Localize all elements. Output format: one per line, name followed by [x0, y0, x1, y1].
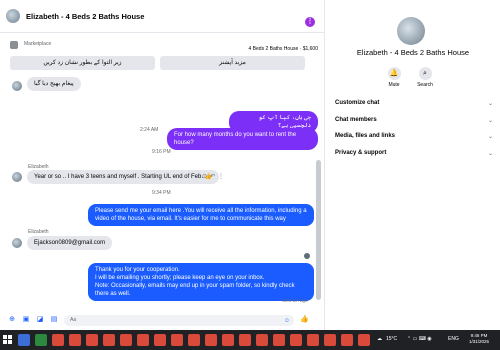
- tray-icons[interactable]: ⌃ ▭ ⌨ ◉: [407, 336, 432, 342]
- emoji-icon[interactable]: ☺: [284, 316, 290, 327]
- message-outgoing[interactable]: For how many months do you want to rent …: [167, 128, 318, 150]
- message-outgoing[interactable]: Please send me your email here .You will…: [88, 204, 314, 226]
- clock-date: 1/31/2025: [469, 339, 490, 344]
- chrome-icon[interactable]: [324, 334, 336, 346]
- row-label: Customize chat: [335, 100, 380, 106]
- marketplace-banner: Marketplace 4 Beds 2 Baths House · $1,60…: [10, 39, 320, 70]
- marketplace-label: Marketplace: [24, 41, 52, 47]
- chrome-icon[interactable]: [222, 334, 234, 346]
- chevron-down-icon: ⌄: [487, 118, 493, 124]
- chrome-icon[interactable]: [273, 334, 285, 346]
- mark-pending-button[interactable]: زیر التوا کے بطور نشان زد کریں: [10, 56, 155, 70]
- scrollbar[interactable]: [316, 160, 321, 300]
- listing-thumbnail[interactable]: [10, 41, 18, 49]
- image-icon[interactable]: ▣: [22, 316, 30, 324]
- row-label: Chat members: [335, 117, 377, 123]
- privacy-support-row[interactable]: Privacy & support ⌄: [335, 150, 493, 157]
- weather-temp[interactable]: 15°C: [386, 336, 397, 342]
- weather-icon[interactable]: ☁: [377, 336, 382, 342]
- message-outgoing[interactable]: Thank you for your cooperation. I will b…: [88, 263, 314, 301]
- chrome-icon[interactable]: [86, 334, 98, 346]
- avatar: [12, 81, 22, 91]
- row-label: Privacy & support: [335, 150, 387, 156]
- avatar: [12, 238, 22, 248]
- message-line: I will be emailing you shortly; please k…: [95, 275, 265, 281]
- plus-icon[interactable]: ⊕: [8, 316, 16, 324]
- like-icon[interactable]: 👍: [300, 316, 309, 324]
- more-icon[interactable]: ⋮: [305, 17, 315, 27]
- message-actions[interactable]: ⊙↶⋮: [202, 173, 227, 180]
- media-files-row[interactable]: Media, files and links ⌄: [335, 133, 493, 140]
- input-placeholder: Aa: [70, 316, 77, 323]
- message-input[interactable]: Aa ☺: [64, 314, 294, 327]
- chrome-icon[interactable]: [154, 334, 166, 346]
- chrome-icon[interactable]: [256, 334, 268, 346]
- mute-label: Mute: [388, 82, 400, 88]
- composer: ⊕ ▣ ◪ ▤ Aa ☺ 👍: [0, 311, 325, 329]
- windows-start-icon[interactable]: [3, 335, 12, 344]
- message-incoming[interactable]: Ejackson0809@gmail.com: [27, 236, 113, 250]
- chrome-icon[interactable]: [239, 334, 251, 346]
- chrome-icon[interactable]: [341, 334, 353, 346]
- timestamp: 9:34 PM: [152, 190, 171, 196]
- chrome-icon[interactable]: [307, 334, 319, 346]
- bell-icon: 🔔: [387, 67, 401, 80]
- more-options-button[interactable]: مزید آپشنز: [160, 56, 305, 70]
- app-icon[interactable]: [35, 334, 47, 346]
- search-button[interactable]: ⌕ Search: [410, 67, 440, 88]
- chrome-icon[interactable]: [358, 334, 370, 346]
- sticker-icon[interactable]: ◪: [36, 316, 44, 324]
- chrome-icon[interactable]: [171, 334, 183, 346]
- chat-members-row[interactable]: Chat members ⌄: [335, 117, 493, 124]
- mute-button[interactable]: 🔔 Mute: [379, 67, 409, 88]
- message-line: Note: Occasionally, emails may end up in…: [95, 283, 295, 297]
- message-list: پیغام بھیج دیا گیا 2:24 AM جی ہاں، کیا آ…: [0, 70, 318, 312]
- message-incoming[interactable]: Year or so .. I have 3 teens and myself …: [27, 170, 220, 184]
- message-line: Thank you for your cooperation.: [95, 267, 180, 273]
- chevron-down-icon: ⌄: [487, 101, 493, 107]
- gif-icon[interactable]: ▤: [50, 316, 58, 324]
- seen-indicator: [304, 253, 310, 259]
- search-label: Search: [417, 82, 433, 88]
- taskbar: ☁ 15°C ⌃ ▭ ⌨ ◉ ENG 9:46 PM 1/31/2025: [0, 330, 500, 350]
- chat-header: Elizabeth - 4 Beds 2 Baths House ⋮: [0, 0, 325, 33]
- messenger-window: Elizabeth - 4 Beds 2 Baths House ⋮ Marke…: [0, 0, 500, 330]
- chrome-icon[interactable]: [103, 334, 115, 346]
- avatar[interactable]: [6, 9, 20, 23]
- chrome-icon[interactable]: [69, 334, 81, 346]
- avatar: [12, 172, 22, 182]
- sent-status: Sent 1m ago: [282, 298, 308, 303]
- sender-name: Elizabeth: [28, 229, 49, 235]
- chrome-icon[interactable]: [290, 334, 302, 346]
- chrome-icon[interactable]: [52, 334, 64, 346]
- app-icon[interactable]: [18, 334, 30, 346]
- row-label: Media, files and links: [335, 133, 396, 139]
- chrome-icon[interactable]: [137, 334, 149, 346]
- conversation-info-panel: Elizabeth - 4 Beds 2 Baths House 🔔 Mute …: [326, 0, 500, 330]
- language-indicator[interactable]: ENG: [448, 336, 459, 342]
- chat-panel: Elizabeth - 4 Beds 2 Baths House ⋮ Marke…: [0, 0, 325, 330]
- chrome-icon[interactable]: [120, 334, 132, 346]
- avatar[interactable]: [397, 17, 425, 45]
- customize-chat-row[interactable]: Customize chat ⌄: [335, 100, 493, 107]
- timestamp: 9:16 PM: [152, 149, 171, 155]
- search-icon: ⌕: [418, 67, 432, 80]
- contact-name: Elizabeth - 4 Beds 2 Baths House: [356, 48, 470, 57]
- chevron-down-icon: ⌄: [487, 134, 493, 140]
- chat-title[interactable]: Elizabeth - 4 Beds 2 Baths House: [26, 12, 144, 21]
- listing-summary[interactable]: 4 Beds 2 Baths House · $1,600: [249, 46, 319, 52]
- chrome-icon[interactable]: [188, 334, 200, 346]
- chrome-icon[interactable]: [205, 334, 217, 346]
- timestamp: 2:24 AM: [140, 127, 159, 133]
- chevron-down-icon: ⌄: [487, 151, 493, 157]
- message-incoming[interactable]: پیغام بھیج دیا گیا: [27, 77, 81, 91]
- clock[interactable]: 9:46 PM 1/31/2025: [469, 333, 489, 345]
